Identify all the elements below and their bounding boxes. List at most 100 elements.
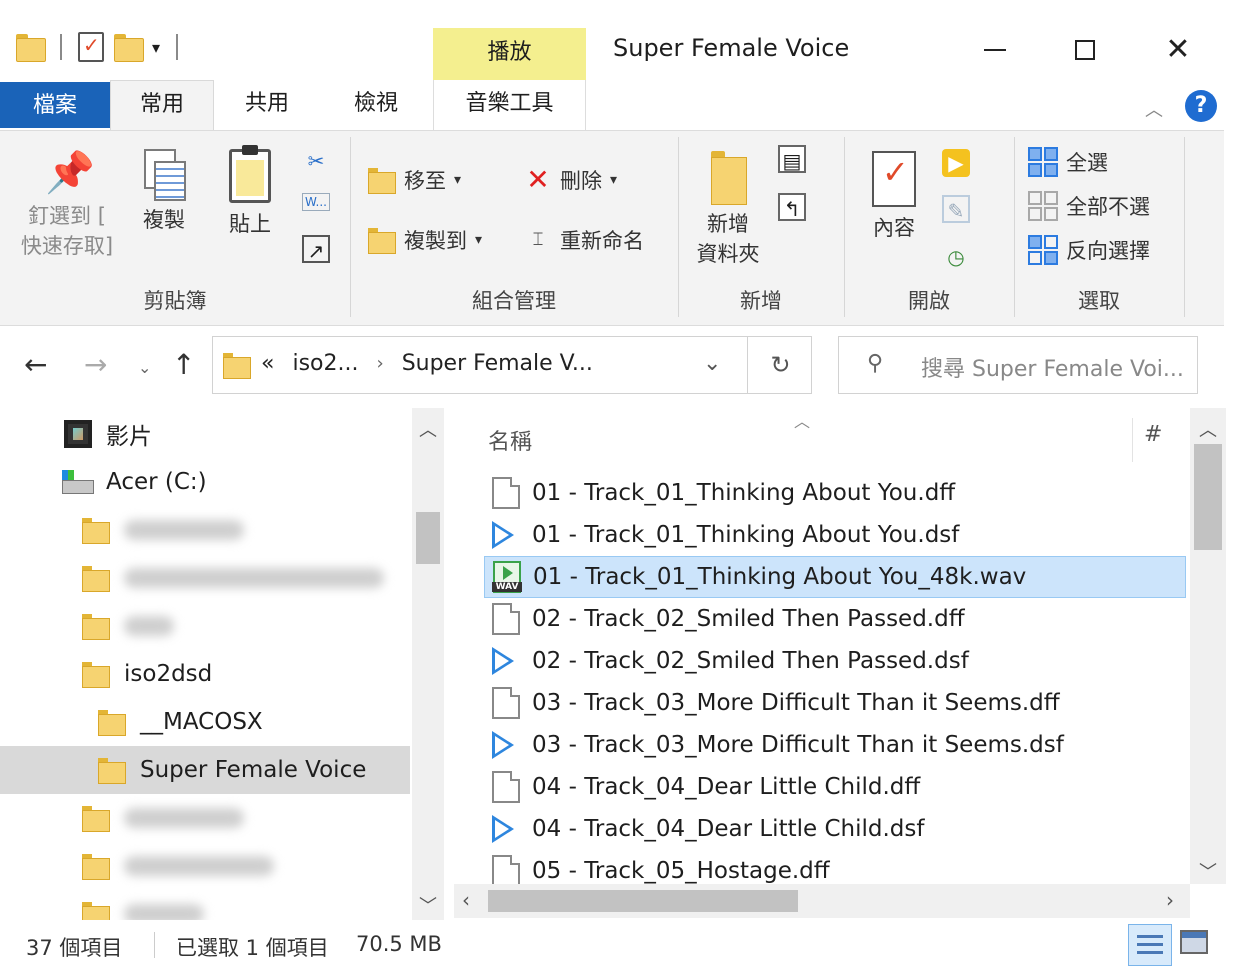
new-folder-icon[interactable] <box>114 34 144 62</box>
tab-music-tools[interactable]: 音樂工具 <box>433 80 586 130</box>
film-icon <box>64 420 92 448</box>
select-none-label: 全部不選 <box>1066 195 1150 219</box>
file-name: 03 - Track_03_More Difficult Than it See… <box>532 732 1064 758</box>
maximize-button[interactable] <box>1055 22 1115 78</box>
properties-label: 內容 <box>873 216 915 240</box>
tree-item-blurred[interactable] <box>0 890 410 920</box>
tree-item-blurred[interactable] <box>0 554 410 602</box>
tree-item-super-female-voice[interactable]: Super Female Voice <box>0 746 410 794</box>
scroll-right-icon[interactable]: › <box>1166 888 1174 912</box>
nav-pane-scrollbar[interactable]: ︿ ﹀ <box>412 408 444 920</box>
breadcrumb-item[interactable]: Super Female V... <box>402 351 593 376</box>
column-divider[interactable] <box>1132 418 1133 462</box>
rename-icon: ⌶ <box>532 229 544 250</box>
search-box[interactable]: ⚲ 搜尋 Super Female Voi... <box>838 336 1198 394</box>
paste-button[interactable]: 貼上 <box>218 145 282 239</box>
scroll-down-icon[interactable]: ﹀ <box>1190 858 1226 884</box>
edit-icon: ✎ <box>942 195 970 223</box>
copy-button[interactable]: 複製 <box>132 149 196 235</box>
forward-arrow-icon[interactable]: → <box>84 348 107 381</box>
tree-item-videos[interactable]: 影片 <box>0 410 410 458</box>
breadcrumb-overflow[interactable]: « <box>261 351 274 376</box>
select-all-label: 全選 <box>1066 151 1108 175</box>
move-to-label: 移至 <box>404 169 446 193</box>
breadcrumb-separator[interactable]: › <box>376 353 383 374</box>
new-folder-button[interactable]: 新增 資料夾 <box>688 151 768 269</box>
scroll-left-icon[interactable]: ‹ <box>462 888 470 912</box>
tree-item-drive-c[interactable]: Acer (C:) <box>0 458 410 506</box>
breadcrumb-item[interactable]: iso2... <box>292 351 358 376</box>
paste-shortcut-icon[interactable]: ↗ <box>302 235 330 263</box>
scrollbar-thumb[interactable] <box>1194 444 1222 550</box>
new-item-icon[interactable]: ▤ <box>778 145 806 173</box>
address-dropdown-icon[interactable]: ⌄ <box>703 351 721 376</box>
tab-home[interactable]: 常用 <box>110 80 214 132</box>
refresh-icon[interactable]: ↻ <box>747 337 813 393</box>
tree-item-blurred[interactable] <box>0 602 410 650</box>
file-row[interactable]: 04 - Track_04_Dear Little Child.dff <box>484 766 1186 808</box>
address-bar[interactable]: « iso2... › Super Female V... ⌄ ↻ <box>212 336 812 394</box>
select-all-button[interactable]: 全選 <box>1028 147 1108 177</box>
chevron-down-icon: ▾ <box>454 172 462 188</box>
file-row[interactable]: 03 - Track_03_More Difficult Than it See… <box>484 724 1186 766</box>
file-list-vertical-scrollbar[interactable]: ︿ ﹀ <box>1190 408 1226 884</box>
file-row[interactable]: 03 - Track_03_More Difficult Than it See… <box>484 682 1186 724</box>
scroll-up-icon[interactable]: ︿ <box>1190 416 1226 442</box>
tree-item-blurred[interactable] <box>0 794 410 842</box>
folder-icon <box>82 614 110 640</box>
copy-to-label: 複製到 <box>404 229 467 253</box>
search-input[interactable]: 搜尋 Super Female Voi... <box>921 351 1184 383</box>
tab-file[interactable]: 檔案 <box>0 82 110 128</box>
history-icon[interactable]: ◷ <box>942 243 970 271</box>
new-folder-icon <box>707 151 749 205</box>
scroll-up-icon[interactable]: ︿ <box>412 416 444 442</box>
help-icon[interactable]: ? <box>1185 90 1217 122</box>
file-row[interactable]: 02 - Track_02_Smiled Then Passed.dff <box>484 598 1186 640</box>
status-divider <box>154 932 155 958</box>
cut-icon[interactable]: ✂ <box>302 147 330 175</box>
folder-icon[interactable] <box>16 34 46 62</box>
scroll-down-icon[interactable]: ﹀ <box>412 892 444 918</box>
tree-item-blurred[interactable] <box>0 842 410 890</box>
invert-selection-button[interactable]: 反向選擇 <box>1028 235 1150 265</box>
back-arrow-icon[interactable]: ← <box>24 348 47 381</box>
file-row[interactable]: 02 - Track_02_Smiled Then Passed.dsf <box>484 640 1186 682</box>
tree-item-iso2dsd[interactable]: iso2dsd <box>0 650 410 698</box>
column-header-number[interactable]: # <box>1144 422 1162 447</box>
file-row[interactable]: 04 - Track_04_Dear Little Child.dsf <box>484 808 1186 850</box>
move-to-button[interactable]: 移至 ▾ <box>368 165 461 195</box>
file-row[interactable]: 01 - Track_01_Thinking About You.dsf <box>484 514 1186 556</box>
file-list-horizontal-scrollbar[interactable]: ‹ › <box>454 884 1190 918</box>
customize-toolbar-dropdown-icon[interactable]: ▾ <box>152 38 160 57</box>
tree-item-macosx[interactable]: __MACOSX <box>0 698 410 746</box>
easy-access-icon[interactable]: ↰ <box>778 193 806 221</box>
rename-button[interactable]: ⌶ 重新命名 <box>524 225 644 255</box>
file-row[interactable]: 01 - Track_01_Thinking About You.dff <box>484 472 1186 514</box>
close-button[interactable]: ✕ <box>1148 22 1208 78</box>
recent-locations-chevron-icon[interactable]: ⌄ <box>138 358 151 377</box>
pin-quick-access-button[interactable]: 📌 釘選到 [ 快速存取] <box>12 151 122 261</box>
properties-button[interactable]: 內容 <box>854 151 934 243</box>
blurred-label <box>124 568 384 588</box>
delete-button[interactable]: ✕ 刪除 ▾ <box>524 165 617 195</box>
play-icon <box>492 731 514 759</box>
minimize-button[interactable] <box>965 22 1025 78</box>
column-header-name[interactable]: 名稱 <box>488 424 532 456</box>
tab-share[interactable]: 共用 <box>214 80 320 130</box>
context-tab-play[interactable]: 播放 <box>433 28 586 80</box>
copy-path-icon[interactable]: W... <box>302 193 330 211</box>
properties-icon[interactable] <box>78 32 104 62</box>
tree-item-blurred[interactable] <box>0 506 410 554</box>
large-icons-view-button[interactable] <box>1180 930 1208 954</box>
blurred-label <box>124 520 244 540</box>
details-view-button[interactable] <box>1128 924 1172 966</box>
copy-to-button[interactable]: 複製到 ▾ <box>368 225 482 255</box>
select-none-button[interactable]: 全部不選 <box>1028 191 1150 221</box>
scrollbar-thumb[interactable] <box>488 890 798 912</box>
file-row[interactable]: 01 - Track_01_Thinking About You_48k.wav <box>484 556 1186 598</box>
collapse-ribbon-icon[interactable]: ︿ <box>1145 96 1163 122</box>
open-icon[interactable]: ▶ <box>942 149 970 177</box>
up-arrow-icon[interactable]: ↑ <box>172 348 195 381</box>
tab-view[interactable]: 檢視 <box>320 80 432 130</box>
scrollbar-thumb[interactable] <box>416 512 440 564</box>
